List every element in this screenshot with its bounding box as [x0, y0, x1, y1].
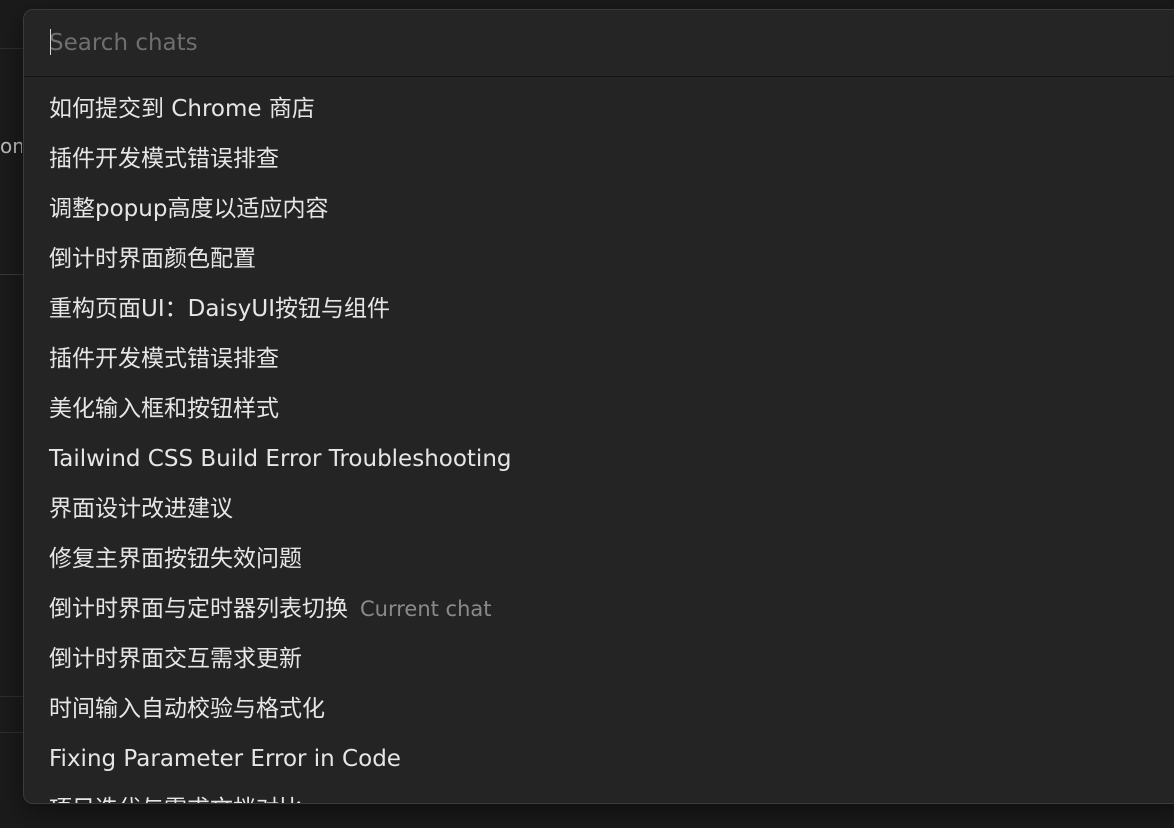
current-chat-label: Current chat [360, 597, 492, 621]
chat-list-item[interactable]: 调整popup高度以适应内容 [24, 184, 1174, 234]
chat-title: 如何提交到 Chrome 商店 [49, 96, 315, 122]
chat-list-item[interactable]: 重构页面UI：DaisyUI按钮与组件 [24, 284, 1174, 334]
chat-title: 界面设计改进建议 [49, 496, 233, 522]
text-caret [50, 29, 51, 55]
chat-title: 插件开发模式错误排查 [49, 346, 279, 372]
background-divider [0, 696, 24, 697]
chat-list-item[interactable]: 插件开发模式错误排查 [24, 134, 1174, 184]
chat-title: 倒计时界面交互需求更新 [49, 646, 302, 672]
chat-list-item-current[interactable]: 倒计时界面与定时器列表切换 Current chat [24, 584, 1174, 634]
background-divider [0, 48, 24, 49]
chat-list-item[interactable]: 界面设计改进建议 [24, 484, 1174, 534]
search-bar [24, 10, 1174, 77]
chat-title: 时间输入自动校验与格式化 [49, 696, 325, 722]
chat-title: 美化输入框和按钮样式 [49, 396, 279, 422]
chat-title: 倒计时界面与定时器列表切换 [49, 596, 348, 622]
chat-list-item[interactable]: 如何提交到 Chrome 商店 [24, 84, 1174, 134]
chat-list: 如何提交到 Chrome 商店 插件开发模式错误排查 调整popup高度以适应内… [24, 76, 1174, 803]
background-divider [0, 732, 24, 733]
chat-title: Tailwind CSS Build Error Troubleshooting [49, 446, 512, 472]
chat-list-item[interactable]: Tailwind CSS Build Error Troubleshooting [24, 434, 1174, 484]
chat-title: 倒计时界面颜色配置 [49, 246, 256, 272]
chat-title: 插件开发模式错误排查 [49, 146, 279, 172]
chat-title: 重构页面UI：DaisyUI按钮与组件 [49, 296, 391, 322]
chat-list-item[interactable]: 倒计时界面交互需求更新 [24, 634, 1174, 684]
chat-title: Fixing Parameter Error in Code [49, 746, 401, 772]
chat-search-panel: 如何提交到 Chrome 商店 插件开发模式错误排查 调整popup高度以适应内… [23, 9, 1174, 804]
chat-list-item[interactable]: Fixing Parameter Error in Code [24, 734, 1174, 784]
chat-list-item[interactable]: 项目迭代与需求文档对比 [24, 784, 1174, 803]
chat-title: 调整popup高度以适应内容 [49, 196, 329, 222]
chat-list-item[interactable]: 美化输入框和按钮样式 [24, 384, 1174, 434]
background-divider [0, 274, 24, 275]
chat-title: 项目迭代与需求文档对比 [49, 794, 302, 803]
chat-list-item[interactable]: 时间输入自动校验与格式化 [24, 684, 1174, 734]
chat-list-item[interactable]: 倒计时界面颜色配置 [24, 234, 1174, 284]
background-text-fragment: om [0, 134, 22, 158]
chat-list-item[interactable]: 修复主界面按钮失效问题 [24, 534, 1174, 584]
chat-title: 修复主界面按钮失效问题 [49, 546, 302, 572]
search-input[interactable] [49, 26, 1149, 60]
chat-list-item[interactable]: 插件开发模式错误排查 [24, 334, 1174, 384]
